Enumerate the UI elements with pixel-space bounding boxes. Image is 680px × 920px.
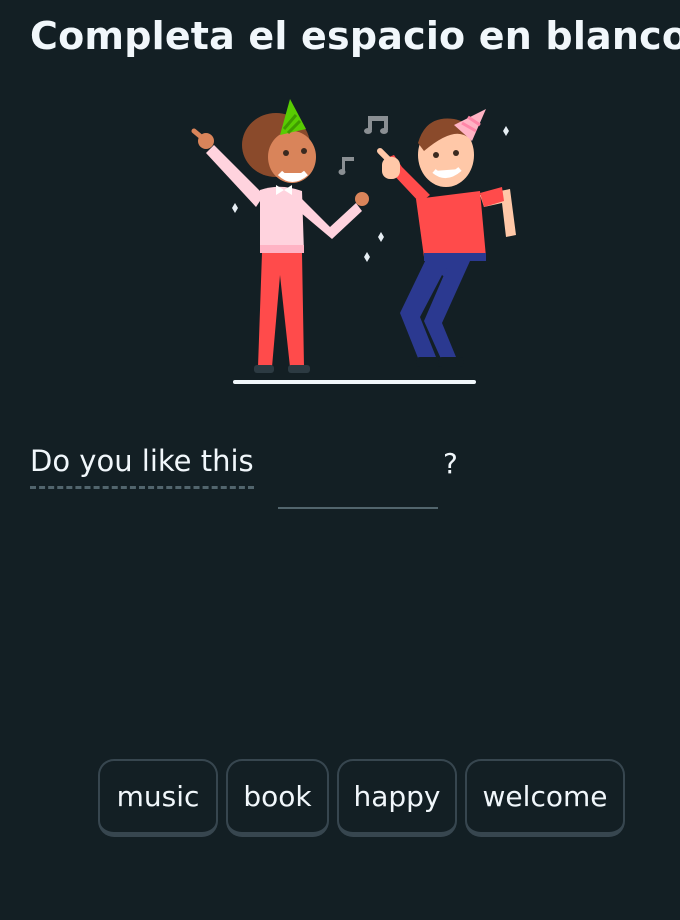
page-title: Completa el espacio en blanco <box>30 14 680 58</box>
woman-figure <box>191 99 369 373</box>
dancing-couple-illustration <box>180 95 540 395</box>
word-option-happy[interactable]: happy <box>337 759 457 837</box>
music-note-icon <box>338 116 388 175</box>
sentence-prompt[interactable]: Do you like this <box>30 444 254 489</box>
word-bank: music book happy welcome <box>98 759 625 837</box>
word-option-welcome[interactable]: welcome <box>465 759 625 837</box>
sentence-punctuation: ? <box>443 447 458 480</box>
floor-line <box>233 380 476 384</box>
word-option-music[interactable]: music <box>98 759 218 837</box>
word-option-book[interactable]: book <box>226 759 329 837</box>
man-figure <box>377 109 516 367</box>
answer-blank[interactable] <box>278 507 438 509</box>
